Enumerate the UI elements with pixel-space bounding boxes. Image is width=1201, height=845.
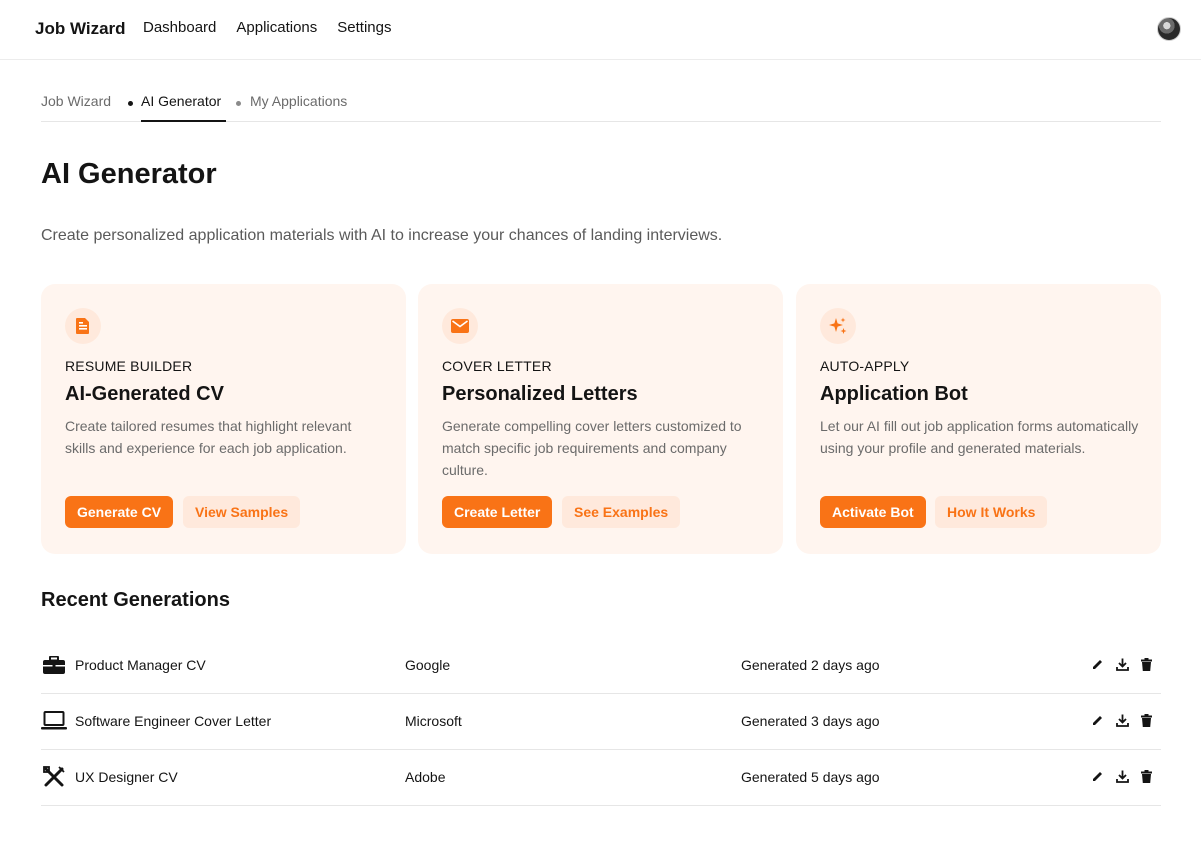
card-title: AI-Generated CV xyxy=(65,383,224,405)
download-icon[interactable] xyxy=(1115,713,1129,727)
generation-date: Generated 2 days ago xyxy=(741,657,880,673)
card-eyebrow: RESUME BUILDER xyxy=(65,358,193,374)
auto-apply-card: AUTO-APPLY Application Bot Let our AI fi… xyxy=(796,284,1161,554)
card-title: Application Bot xyxy=(820,383,968,405)
delete-icon[interactable] xyxy=(1139,657,1153,671)
recent-generations-title: Recent Generations xyxy=(41,589,230,611)
breadcrumb-ai-generator[interactable]: AI Generator xyxy=(141,93,221,109)
create-letter-button[interactable]: Create Letter xyxy=(442,496,553,528)
generation-date: Generated 3 days ago xyxy=(741,713,880,729)
card-eyebrow: COVER LETTER xyxy=(442,358,552,374)
delete-icon[interactable] xyxy=(1139,769,1153,783)
main-nav: Dashboard Applications Settings xyxy=(143,19,391,36)
table-row[interactable]: Software Engineer Cover Letter Microsoft… xyxy=(41,694,1161,750)
breadcrumb: Job Wizard AI Generator My Applications xyxy=(41,84,1161,122)
card-description: Generate compelling cover letters custom… xyxy=(442,418,742,478)
breadcrumb-separator xyxy=(236,101,241,106)
nav-settings[interactable]: Settings xyxy=(337,19,391,36)
briefcase-icon xyxy=(41,654,67,676)
breadcrumb-job-wizard[interactable]: Job Wizard xyxy=(41,93,111,109)
generation-name: Product Manager CV xyxy=(75,657,206,673)
activate-bot-button[interactable]: Activate Bot xyxy=(820,496,926,528)
top-navbar: Job Wizard Dashboard Applications Settin… xyxy=(0,0,1201,60)
edit-icon[interactable] xyxy=(1091,657,1105,671)
document-icon xyxy=(65,308,101,344)
design-tools-icon xyxy=(41,766,67,788)
see-examples-button[interactable]: See Examples xyxy=(562,496,681,528)
download-icon[interactable] xyxy=(1115,657,1129,671)
how-it-works-button[interactable]: How It Works xyxy=(935,496,1048,528)
row-actions xyxy=(1091,769,1153,783)
delete-icon[interactable] xyxy=(1139,713,1153,727)
table-row[interactable]: UX Designer CV Adobe Generated 5 days ag… xyxy=(41,750,1161,806)
edit-icon[interactable] xyxy=(1091,769,1105,783)
nav-applications[interactable]: Applications xyxy=(236,19,317,36)
generation-company: Microsoft xyxy=(405,713,462,729)
app-logo-title[interactable]: Job Wizard xyxy=(35,19,126,39)
generation-company: Google xyxy=(405,657,451,673)
generation-name: UX Designer CV xyxy=(75,769,178,785)
cover-letter-card: COVER LETTER Personalized Letters Genera… xyxy=(418,284,783,554)
page-title: AI Generator xyxy=(41,158,217,190)
mail-icon xyxy=(442,308,478,344)
laptop-icon xyxy=(41,710,67,732)
resume-builder-card: RESUME BUILDER AI-Generated CV Create ta… xyxy=(41,284,406,554)
download-icon[interactable] xyxy=(1115,769,1129,783)
page-subtitle: Create personalized application material… xyxy=(41,227,723,244)
breadcrumb-my-applications[interactable]: My Applications xyxy=(250,93,347,109)
generation-date: Generated 5 days ago xyxy=(741,769,880,785)
card-description: Create tailored resumes that highlight r… xyxy=(65,418,352,456)
row-actions xyxy=(1091,713,1153,727)
generation-company: Adobe xyxy=(405,769,446,785)
view-samples-button[interactable]: View Samples xyxy=(183,496,301,528)
active-tab-indicator xyxy=(141,120,226,122)
generation-name: Software Engineer Cover Letter xyxy=(75,713,272,729)
sparkle-icon xyxy=(820,308,856,344)
user-avatar[interactable] xyxy=(1157,17,1181,41)
edit-icon[interactable] xyxy=(1091,713,1105,727)
breadcrumb-separator xyxy=(128,101,133,106)
card-title: Personalized Letters xyxy=(442,383,638,405)
nav-dashboard[interactable]: Dashboard xyxy=(143,19,216,36)
card-eyebrow: AUTO-APPLY xyxy=(820,358,910,374)
generate-cv-button[interactable]: Generate CV xyxy=(65,496,174,528)
card-description: Let our AI fill out job application form… xyxy=(820,418,1139,456)
table-row[interactable]: Product Manager CV Google Generated 2 da… xyxy=(41,638,1161,694)
row-actions xyxy=(1091,657,1153,671)
